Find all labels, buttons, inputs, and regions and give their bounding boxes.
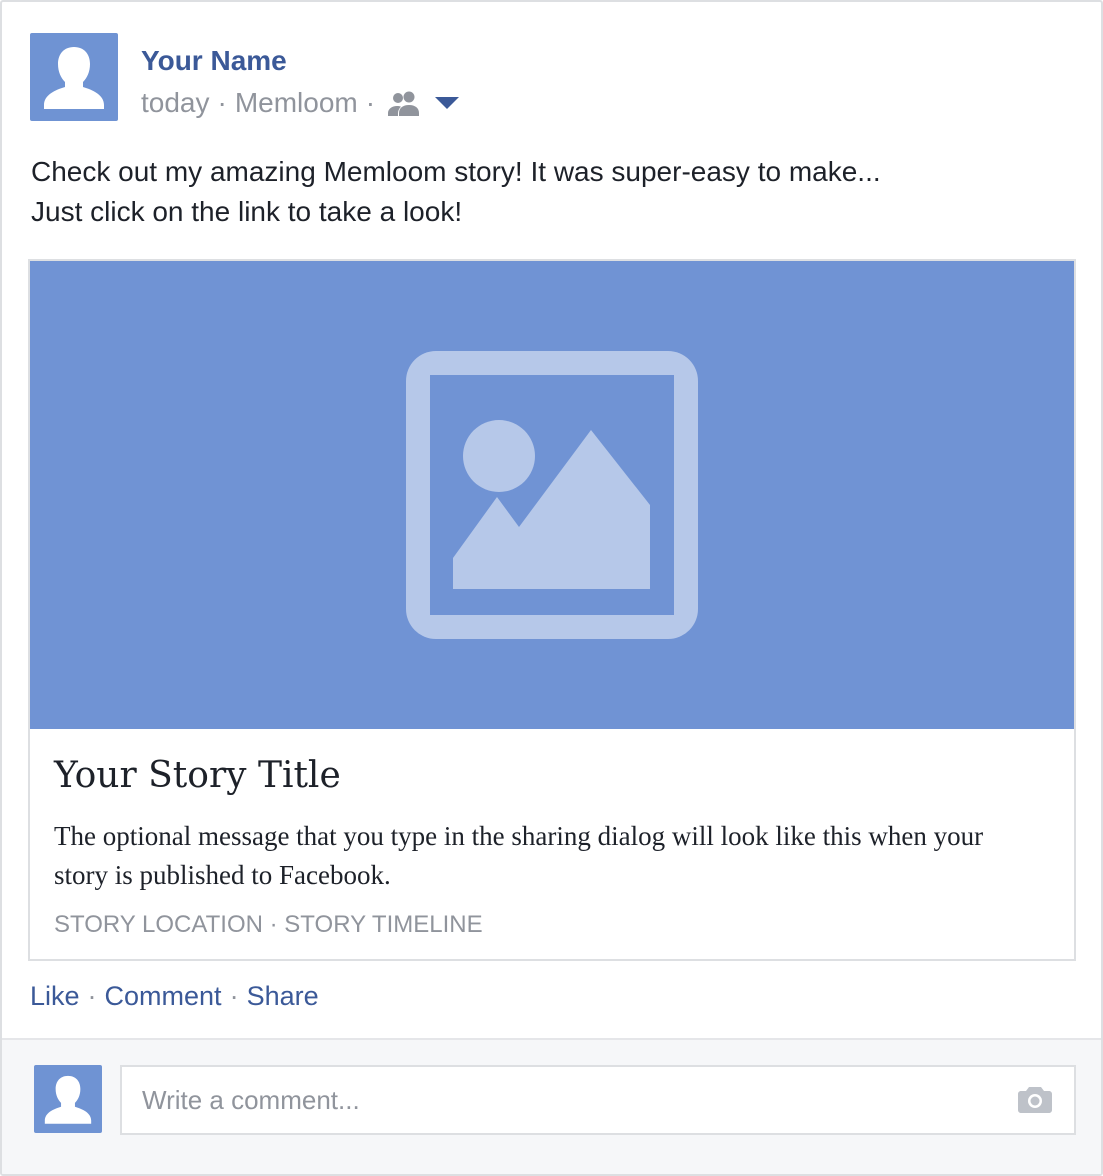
image-placeholder-icon: [406, 351, 698, 639]
story-location: STORY LOCATION: [54, 911, 263, 938]
separator-dot: ·: [365, 87, 376, 118]
camera-icon[interactable]: [1018, 1085, 1052, 1118]
chevron-down-icon[interactable]: [435, 96, 460, 110]
post-message-line: Just click on the link to take a look!: [31, 196, 463, 227]
facebook-post: Your Name today · Memloom · Check out my…: [0, 0, 1103, 1176]
person-silhouette-icon: [44, 47, 104, 109]
post-message: Check out my amazing Memloom story! It w…: [31, 152, 1071, 232]
comment-input[interactable]: [142, 1067, 1002, 1133]
story-title[interactable]: Your Story Title: [54, 755, 341, 796]
separator-dot: ·: [87, 981, 97, 1011]
like-link[interactable]: Like: [30, 981, 80, 1011]
post-message-line: Check out my amazing Memloom story! It w…: [31, 156, 881, 187]
post-app-name[interactable]: Memloom: [235, 87, 358, 119]
friends-icon[interactable]: [387, 90, 421, 116]
author-name[interactable]: Your Name: [141, 45, 287, 77]
post-actions: Like · Comment · Share: [30, 981, 319, 1012]
commenter-avatar[interactable]: [34, 1065, 102, 1133]
comment-box: [120, 1065, 1076, 1135]
author-avatar[interactable]: [30, 33, 118, 121]
link-preview-image[interactable]: [30, 261, 1074, 729]
share-link[interactable]: Share: [247, 981, 319, 1011]
post-meta: today · Memloom ·: [141, 86, 460, 120]
story-description: The optional message that you type in th…: [54, 821, 984, 890]
separator-dot: ·: [217, 87, 227, 118]
separator-dot: ·: [269, 911, 278, 938]
comment-link[interactable]: Comment: [105, 981, 222, 1011]
story-meta: STORY LOCATION · STORY TIMELINE: [54, 911, 483, 939]
link-preview-card[interactable]: Your Story Title The optional message th…: [28, 259, 1076, 961]
post-timestamp[interactable]: today: [141, 87, 210, 119]
comment-section: [2, 1038, 1101, 1174]
person-silhouette-icon: [44, 1075, 92, 1124]
story-timeline: STORY TIMELINE: [284, 911, 483, 938]
separator-dot: ·: [229, 981, 239, 1011]
